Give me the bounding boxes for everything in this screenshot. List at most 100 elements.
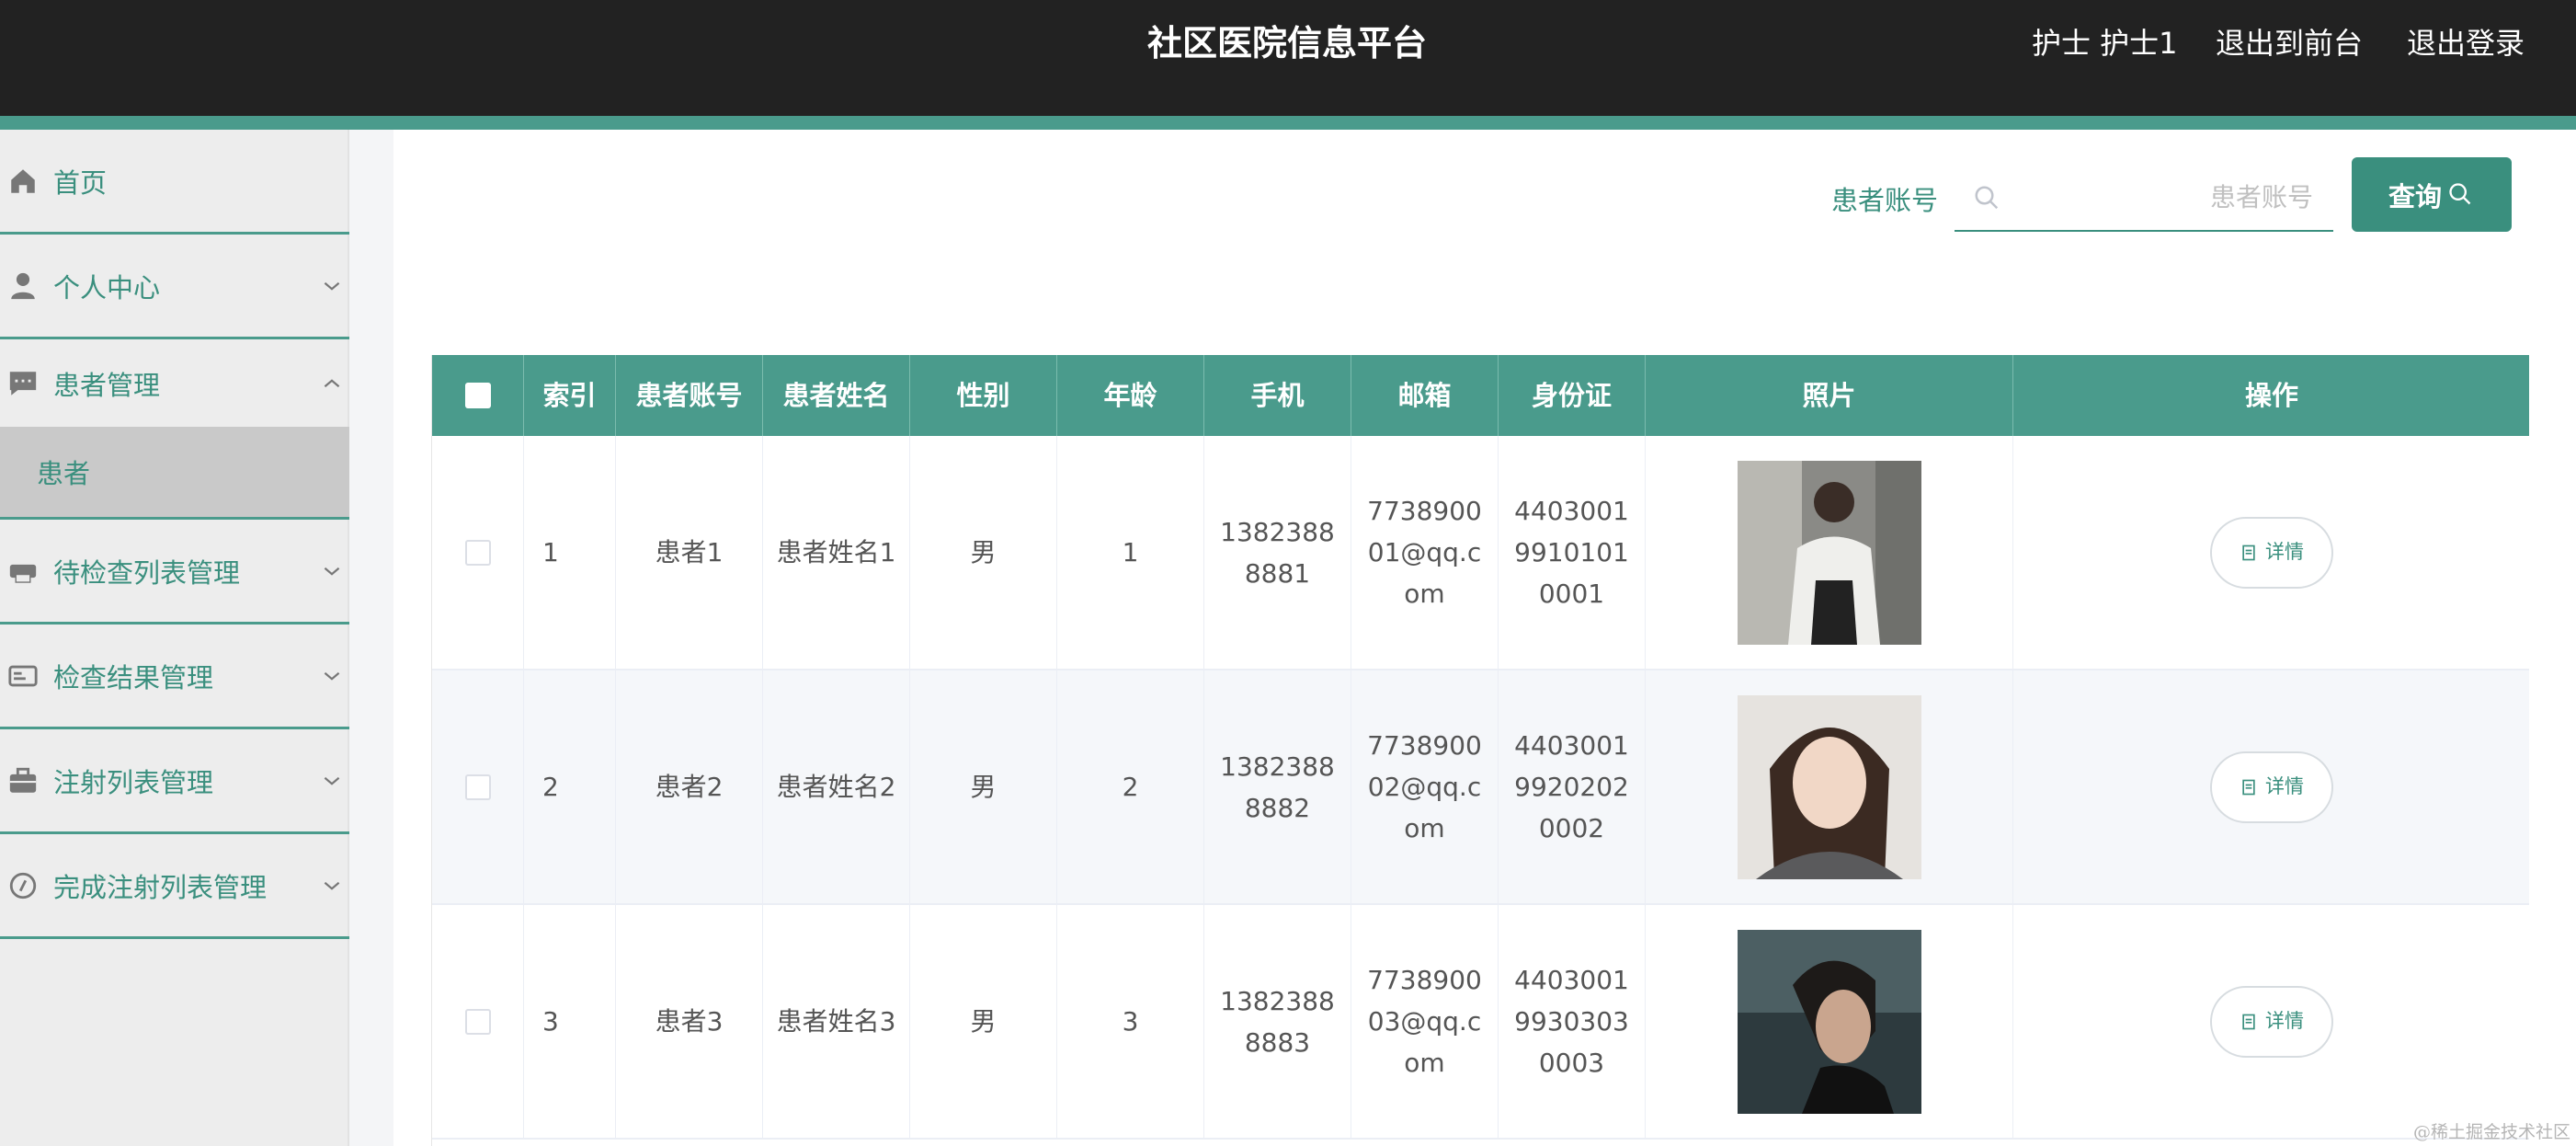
row-checkbox[interactable] (464, 1008, 491, 1035)
cell-phone: 13823888881 (1204, 436, 1351, 669)
row-checkbox-cell (432, 670, 524, 903)
top-bar: 社区医院信息平台 护士 护士1 退出到前台 退出登录 (0, 0, 2576, 116)
chevron-down-icon (324, 671, 340, 681)
column-header-gender[interactable]: 性别 (910, 355, 1057, 436)
table-row: 1 患者1 患者姓名1 男 1 13823888881 773890001@qq… (432, 436, 2529, 670)
cell-phone: 13823888882 (1204, 670, 1351, 903)
cell-photo (1646, 905, 2013, 1138)
logout-link[interactable]: 退出登录 (2407, 0, 2525, 87)
column-header-actions[interactable]: 操作 (2013, 355, 2529, 436)
sidebar-item-pending-exam[interactable]: 待检查列表管理 (0, 520, 349, 625)
cell-index: 3 (524, 905, 616, 1138)
row-checkbox[interactable] (464, 774, 491, 800)
row-checkbox[interactable] (464, 539, 491, 566)
sidebar-item-label: 首页 (53, 166, 108, 199)
detail-button[interactable]: 详情 (2210, 985, 2333, 1058)
chevron-down-icon (324, 881, 340, 890)
cell-name: 患者姓名3 (763, 905, 910, 1138)
column-header-photo[interactable]: 照片 (1646, 355, 2013, 436)
watermark: @稀土掘金技术社区 (2412, 1122, 2570, 1142)
sidebar-item-completed-injection[interactable]: 完成注射列表管理 (0, 834, 349, 939)
cell-age: 1 (1057, 436, 1204, 669)
sidebar-subitem-patient[interactable]: 患者 (0, 427, 349, 520)
column-header-id-card[interactable]: 身份证 (1499, 355, 1646, 436)
sidebar-item-patient-management[interactable]: 患者管理 (0, 339, 349, 427)
cell-email: 773890003@qq.com (1351, 905, 1499, 1138)
chevron-down-icon (324, 776, 340, 785)
table-row: 2 患者2 患者姓名2 男 2 13823888882 773890002@qq… (432, 670, 2529, 905)
current-user[interactable]: 护士 护士1 (2032, 0, 2178, 87)
document-icon (2242, 1014, 2255, 1029)
sidebar-item-personal-center[interactable]: 个人中心 (0, 235, 349, 339)
column-header-phone[interactable]: 手机 (1204, 355, 1351, 436)
sidebar-item-exam-results[interactable]: 检查结果管理 (0, 625, 349, 729)
cell-age: 2 (1057, 670, 1204, 903)
id-card-icon (8, 665, 38, 686)
briefcase-icon (9, 767, 37, 793)
cell-actions: 详情 (2013, 670, 2529, 903)
chevron-up-icon (324, 378, 340, 387)
sidebar-item-label: 待检查列表管理 (53, 556, 241, 589)
column-header-account[interactable]: 患者账号 (616, 355, 763, 436)
cell-id-card: 440300199101010001 (1499, 436, 1646, 669)
sidebar-item-injection-list[interactable]: 注射列表管理 (0, 729, 349, 834)
sidebar-item-label: 患者管理 (53, 369, 161, 401)
cell-gender: 男 (910, 905, 1057, 1138)
cell-account: 患者1 (616, 436, 763, 669)
home-icon (11, 168, 35, 193)
detail-button-label: 详情 (2265, 1010, 2304, 1032)
select-all-cell (432, 355, 524, 436)
sidebar-subitem-label: 患者 (37, 458, 91, 489)
column-header-index[interactable]: 索引 (524, 355, 616, 436)
app-title: 社区医院信息平台 (1146, 23, 1427, 63)
detail-button-label: 详情 (2265, 775, 2304, 797)
cell-account: 患者2 (616, 670, 763, 903)
compass-icon (9, 872, 37, 899)
cell-gender: 男 (910, 436, 1057, 669)
cell-index: 1 (524, 436, 616, 669)
column-header-name[interactable]: 患者姓名 (763, 355, 910, 436)
detail-button[interactable]: 详情 (2210, 516, 2333, 589)
printer-icon (9, 564, 37, 583)
sidebar-item-label: 注射列表管理 (53, 766, 214, 798)
cell-photo (1646, 436, 2013, 669)
cell-actions: 详情 (2013, 436, 2529, 669)
column-header-email[interactable]: 邮箱 (1351, 355, 1499, 436)
document-icon (2242, 779, 2255, 795)
cell-index: 2 (524, 670, 616, 903)
column-header-age[interactable]: 年龄 (1057, 355, 1204, 436)
cell-age: 3 (1057, 905, 1204, 1138)
search-icon (1975, 186, 1999, 210)
select-all-checkbox[interactable] (464, 383, 491, 408)
search-icon (2449, 183, 2471, 205)
row-checkbox-cell (432, 436, 524, 669)
search-button-label: 查询 (2388, 180, 2443, 212)
chevron-down-icon (324, 567, 340, 576)
topbar-accent-line (0, 116, 2576, 130)
back-to-front-link[interactable]: 退出到前台 (2216, 0, 2363, 87)
sidebar: 首页 个人中心 患者管理 患者 待检查列表管理 检查结果管理 注射列表管理 完成… (0, 130, 349, 1146)
search-box (1955, 164, 2333, 232)
patient-table: 索引 患者账号 患者姓名 性别 年龄 手机 邮箱 身份证 照片 操作 1 患者1… (431, 355, 2529, 1146)
cell-phone: 13823888883 (1204, 905, 1351, 1138)
patient-photo (1737, 460, 1921, 645)
search-input[interactable] (2010, 164, 2313, 230)
patient-photo (1737, 694, 1921, 879)
detail-button-label: 详情 (2265, 541, 2304, 563)
cell-account: 患者3 (616, 905, 763, 1138)
cell-photo (1646, 670, 2013, 903)
search-label: 患者账号 (1831, 185, 1939, 216)
cell-name: 患者姓名2 (763, 670, 910, 903)
cell-name: 患者姓名1 (763, 436, 910, 669)
patient-photo (1737, 929, 1921, 1114)
detail-button[interactable]: 详情 (2210, 751, 2333, 823)
cell-id-card: 440300199303030003 (1499, 905, 1646, 1138)
cell-actions: 详情 (2013, 905, 2529, 1138)
document-icon (2242, 544, 2255, 560)
chevron-down-icon (324, 281, 340, 291)
sidebar-item-label: 检查结果管理 (53, 661, 214, 693)
search-button[interactable]: 查询 (2352, 157, 2512, 232)
sidebar-item-label: 完成注射列表管理 (53, 871, 268, 903)
cell-gender: 男 (910, 670, 1057, 903)
sidebar-item-home[interactable]: 首页 (0, 130, 349, 235)
